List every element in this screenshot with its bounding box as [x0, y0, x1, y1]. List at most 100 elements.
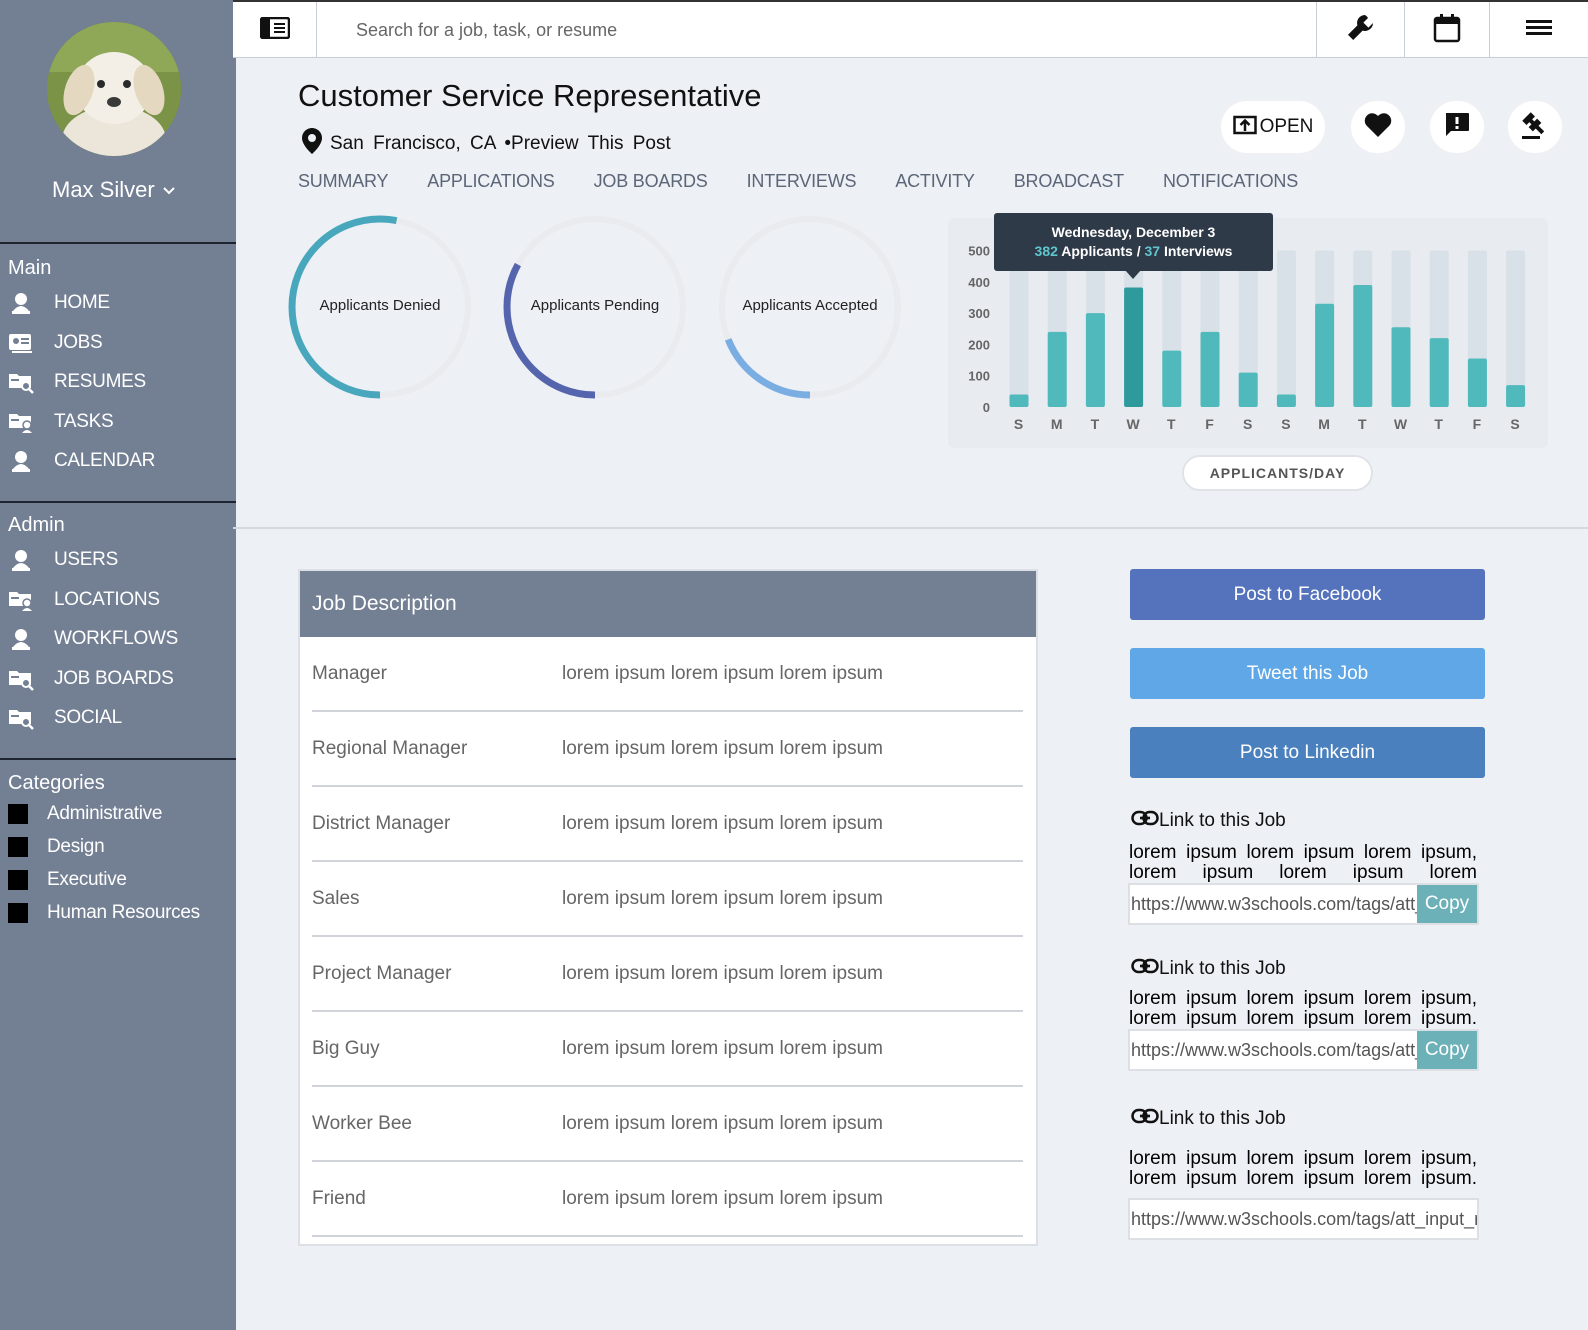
sidebar-divider — [0, 758, 236, 760]
gavel-icon — [1520, 110, 1550, 145]
link-icon — [1131, 1108, 1159, 1130]
calendar-button[interactable] — [1404, 2, 1489, 58]
link-title-label: Link to this Job — [1159, 810, 1286, 831]
bar-track — [1276, 250, 1296, 407]
feedback-button[interactable] — [1430, 101, 1484, 153]
sidebar-item-workflows[interactable]: WORKFLOWS — [8, 626, 178, 652]
sidebar-item-label: HOME — [54, 292, 110, 313]
row-value: lorem ipsum lorem ipsum lorem ipsum — [562, 737, 883, 759]
open-status-button[interactable]: OPEN — [1221, 101, 1325, 153]
post-to-facebook-button[interactable]: Post to Facebook — [1130, 569, 1485, 620]
link-icon — [1131, 810, 1159, 832]
sidebar: Max Silver Main HOME JOBS RESUMES TASKS CALE… — [0, 0, 236, 1330]
avatar[interactable] — [47, 22, 181, 156]
row-key: Sales — [312, 887, 360, 909]
job-url-input[interactable] — [1130, 1031, 1417, 1069]
bar-7 — [1276, 394, 1296, 407]
chevron-down-icon — [162, 182, 175, 198]
category-human-resources[interactable]: Human Resources — [8, 902, 200, 924]
tools-button[interactable] — [1316, 2, 1404, 58]
category-administrative[interactable]: Administrative — [8, 803, 162, 825]
menu-icon — [1526, 18, 1552, 43]
job-url-field — [1128, 1198, 1479, 1240]
open-label: OPEN — [1259, 116, 1314, 137]
link-title-label: Link to this Job — [1159, 1108, 1286, 1129]
category-design[interactable]: Design — [8, 836, 105, 858]
bar-13 — [1506, 385, 1526, 407]
sidebar-toggle-icon — [259, 16, 290, 44]
bar-2 — [1085, 313, 1105, 407]
bar-12 — [1467, 358, 1487, 407]
sidebar-item-jobs[interactable]: JOBS — [8, 330, 103, 356]
sidebar-item-resumes[interactable]: RESUMES — [8, 369, 146, 395]
bar-5 — [1200, 331, 1220, 407]
user-icon — [8, 547, 34, 573]
heart-icon — [1364, 112, 1392, 143]
job-url-input[interactable] — [1130, 1200, 1477, 1238]
top-bar — [233, 0, 1588, 58]
x-tick-label: M — [1051, 416, 1064, 432]
favorite-button[interactable] — [1351, 101, 1405, 153]
y-tick-label: 100 — [968, 369, 990, 384]
tab-summary[interactable]: SUMMARY — [298, 171, 388, 192]
copy-url-button[interactable]: Copy — [1417, 1031, 1477, 1069]
bar-4 — [1162, 350, 1182, 407]
job-url-field: Copy — [1128, 1029, 1479, 1071]
sidebar-item-tasks[interactable]: TASKS — [8, 409, 114, 435]
x-tick-label: W — [1126, 416, 1140, 432]
message-alert-icon — [1443, 111, 1471, 144]
user-icon — [8, 626, 34, 652]
donut-label: Applicants Pending — [530, 296, 660, 314]
table-row: Project Manager lorem ipsum lorem ipsum l… — [312, 937, 1023, 1012]
category-executive[interactable]: Executive — [8, 869, 127, 891]
sidebar-item-label: CALENDAR — [54, 450, 156, 471]
tweet-job-button[interactable]: Tweet this Job — [1130, 648, 1485, 699]
preview-post-link[interactable]: •Preview This Post — [504, 133, 670, 155]
main-section-heading: Main — [8, 257, 52, 279]
auction-button[interactable] — [1508, 101, 1562, 153]
tooltip-date: Wednesday, December 3 — [1051, 224, 1216, 240]
row-key: Regional Manager — [312, 737, 468, 759]
tab-notifications[interactable]: NOTIFICATIONS — [1163, 171, 1298, 192]
folder-person-icon — [8, 587, 34, 613]
job-title: Customer Service Representative — [298, 78, 762, 113]
section-divider — [233, 527, 1588, 529]
tab-broadcast[interactable]: BROADCAST — [1014, 171, 1124, 192]
y-tick-label: 300 — [968, 306, 990, 321]
post-to-linkedin-button[interactable]: Post to Linkedin — [1130, 727, 1485, 778]
copy-url-button[interactable]: Copy — [1417, 885, 1477, 923]
menu-button[interactable] — [1489, 2, 1588, 58]
sidebar-divider — [0, 242, 236, 244]
search-input[interactable] — [318, 2, 1316, 58]
sidebar-toggle-button[interactable] — [233, 2, 317, 58]
bar-11 — [1429, 338, 1449, 407]
sidebar-item-calendar[interactable]: CALENDAR — [8, 448, 155, 474]
category-label: Executive — [47, 869, 127, 890]
sidebar-item-home[interactable]: HOME — [8, 290, 110, 316]
tab-interviews[interactable]: INTERVIEWS — [747, 171, 857, 192]
tab-activity[interactable]: ACTIVITY — [895, 171, 975, 192]
link-to-job-title: Link to this Job — [1131, 810, 1286, 832]
sidebar-item-social[interactable]: SOCIAL — [8, 705, 122, 731]
job-url-input[interactable] — [1130, 885, 1417, 923]
sidebar-item-job-boards[interactable]: JOB BOARDS — [8, 666, 174, 692]
table-row: Regional Manager lorem ipsum lorem ipsum … — [312, 712, 1023, 787]
tab-job-boards[interactable]: JOB BOARDS — [594, 171, 708, 192]
chart-tooltip: Wednesday, December 3 382 Applicants / 3… — [994, 213, 1273, 271]
sidebar-item-users[interactable]: USERS — [8, 547, 118, 573]
bar-track — [1506, 250, 1526, 407]
job-url-field: Copy — [1128, 883, 1479, 925]
sidebar-item-locations[interactable]: LOCATIONS — [8, 587, 160, 613]
x-tick-label: T — [1358, 416, 1368, 432]
bar-1 — [1047, 331, 1067, 407]
x-tick-label: W — [1394, 416, 1408, 432]
tab-applications[interactable]: APPLICATIONS — [427, 171, 555, 192]
bar-0 — [1009, 394, 1029, 407]
category-label: Administrative — [47, 803, 163, 824]
user-menu[interactable]: Max Silver — [52, 177, 175, 203]
chart-xlabel-pill[interactable]: APPLICANTS/DAY — [1182, 455, 1373, 491]
sidebar-item-label: JOBS — [54, 331, 103, 353]
row-key: Project Manager — [312, 962, 452, 984]
user-icon — [8, 290, 34, 316]
tooltip-interviews: 37 — [1144, 243, 1161, 259]
